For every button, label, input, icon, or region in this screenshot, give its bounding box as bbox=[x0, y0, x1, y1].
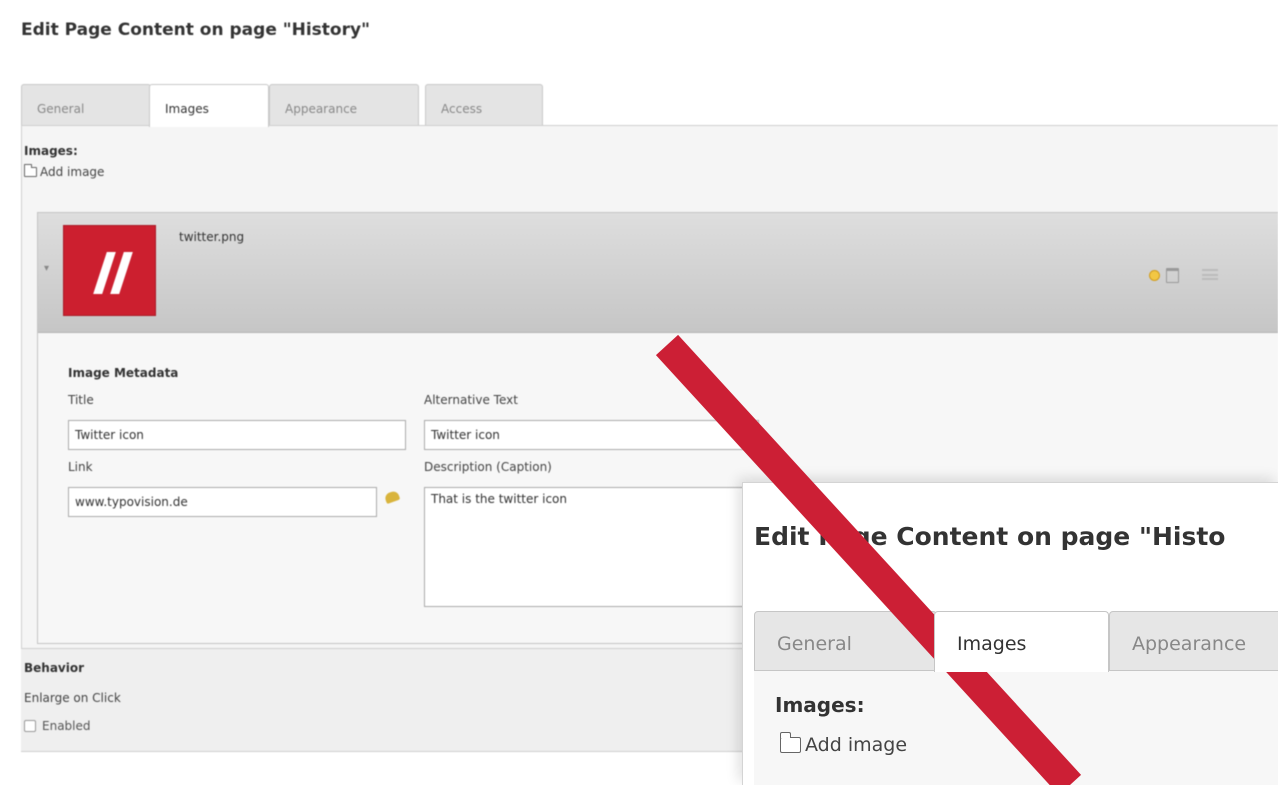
enabled-label: Enabled bbox=[42, 719, 91, 733]
caption-textarea[interactable]: That is the twitter icon bbox=[424, 487, 757, 607]
inset-tab-general[interactable]: General bbox=[754, 611, 937, 671]
behavior-title: Behavior bbox=[24, 661, 85, 675]
add-image-label: Add image bbox=[40, 165, 105, 179]
caption-label: Description (Caption) bbox=[424, 460, 552, 474]
folder-icon bbox=[24, 164, 37, 177]
enabled-option[interactable]: Enabled bbox=[24, 719, 91, 733]
inset-add-image-label: Add image bbox=[805, 734, 908, 756]
title-label: Title bbox=[68, 393, 94, 407]
file-reference-header[interactable]: ▾ twitter.png bbox=[38, 213, 1278, 333]
inset-folder-icon bbox=[780, 732, 801, 753]
link-label: Link bbox=[68, 460, 93, 474]
hint-icon[interactable] bbox=[1149, 270, 1160, 281]
inset-tab-bar: General Images Appearance bbox=[754, 611, 1278, 672]
tab-access[interactable]: Access bbox=[425, 84, 543, 126]
inset-page-title: Edit Page Content on page "Histo bbox=[754, 522, 1226, 551]
image-thumbnail bbox=[63, 225, 156, 316]
tab-general[interactable]: General bbox=[21, 84, 151, 126]
inset-tab-images[interactable]: Images bbox=[934, 611, 1109, 672]
tab-appearance[interactable]: Appearance bbox=[269, 84, 419, 126]
alternative-text-field[interactable] bbox=[424, 420, 759, 450]
link-wizard-icon[interactable] bbox=[383, 489, 401, 505]
collapse-icon[interactable]: ▾ bbox=[44, 263, 49, 274]
inset-tab-appearance[interactable]: Appearance bbox=[1109, 611, 1278, 671]
tab-images[interactable]: Images bbox=[149, 84, 269, 127]
inset-images-label: Images: bbox=[775, 693, 865, 717]
tab-bar: General Images Appearance Access bbox=[21, 84, 1278, 127]
file-name: twitter.png bbox=[179, 230, 245, 244]
image-metadata-heading: Image Metadata bbox=[68, 366, 179, 380]
enabled-checkbox[interactable] bbox=[24, 720, 36, 732]
inset-add-image-button[interactable]: Add image bbox=[780, 732, 908, 756]
page-title: Edit Page Content on page "History" bbox=[21, 20, 370, 40]
drag-icon[interactable] bbox=[1202, 269, 1218, 280]
link-field[interactable] bbox=[68, 487, 377, 517]
inset-tab-panel bbox=[754, 670, 1278, 785]
alternative-text-label: Alternative Text bbox=[424, 393, 518, 407]
add-image-button[interactable]: Add image bbox=[24, 164, 105, 179]
title-field[interactable] bbox=[68, 420, 406, 450]
delete-icon[interactable] bbox=[1166, 268, 1179, 283]
enlarge-on-click-label: Enlarge on Click bbox=[24, 691, 121, 705]
images-section-label: Images: bbox=[24, 144, 78, 158]
